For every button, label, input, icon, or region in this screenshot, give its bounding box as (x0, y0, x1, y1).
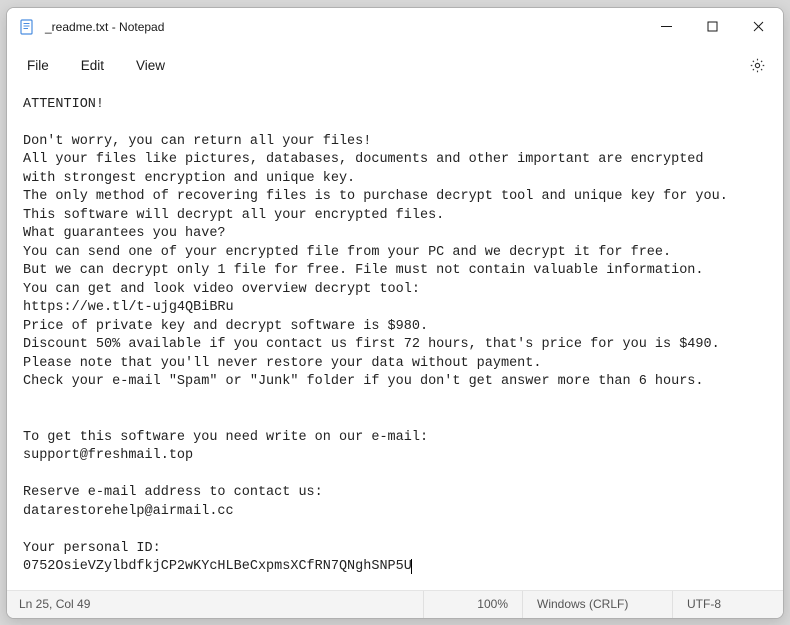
status-cursor-position: Ln 25, Col 49 (7, 591, 423, 618)
text-caret (411, 559, 412, 574)
menu-view[interactable]: View (120, 52, 181, 79)
window-controls (643, 8, 781, 46)
statusbar: Ln 25, Col 49 100% Windows (CRLF) UTF-8 (7, 590, 783, 618)
status-line-ending: Windows (CRLF) (523, 591, 673, 618)
maximize-button[interactable] (689, 8, 735, 46)
status-encoding: UTF-8 (673, 591, 783, 618)
document-text: ATTENTION! Don't worry, you can return a… (23, 97, 728, 575)
settings-button[interactable] (739, 48, 775, 84)
status-zoom[interactable]: 100% (423, 591, 523, 618)
menu-edit[interactable]: Edit (65, 52, 120, 79)
titlebar: _readme.txt - Notepad (7, 8, 783, 46)
minimize-button[interactable] (643, 8, 689, 46)
window-title: _readme.txt - Notepad (45, 20, 643, 34)
close-button[interactable] (735, 8, 781, 46)
text-editor-area[interactable]: ATTENTION! Don't worry, you can return a… (7, 86, 783, 590)
menu-file[interactable]: File (11, 52, 65, 79)
notepad-window: _readme.txt - Notepad File Edit View ATT… (6, 7, 784, 619)
notepad-app-icon (19, 19, 35, 35)
menubar: File Edit View (7, 46, 783, 86)
